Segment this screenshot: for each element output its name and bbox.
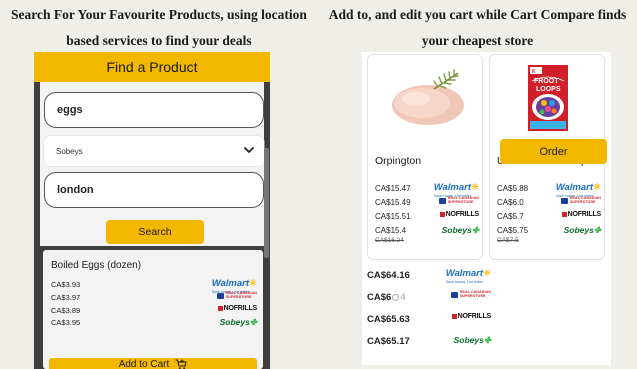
superstore-logo: REAL CANADIAN SUPERSTORE [450, 290, 491, 298]
nofrills-logo: NOFRILLS [217, 305, 257, 312]
sobeys-logo: Sobeys✤ [563, 225, 601, 235]
total-row-superstore: CA$6 4 REAL CANADIAN SUPERSTORE [367, 290, 491, 306]
nofrills-logo: NOFRILLS [561, 211, 601, 218]
store-select[interactable]: Sobeys [44, 136, 264, 166]
loading-spinner-icon [392, 293, 400, 301]
total-price: CA$65.63 [367, 314, 410, 325]
result-price: CA$3.95 [51, 318, 81, 327]
product-price: CA$15.4 [375, 226, 407, 235]
product-row-walmart: CA$15.47 Walmart✳ Save money. Live better… [375, 183, 479, 198]
store-select-value: Sobeys [56, 146, 83, 156]
search-form: eggs Sobeys london Search [40, 82, 264, 246]
total-row-walmart: CA$64.16 Walmart✳ Save money. Live better… [367, 268, 491, 284]
cart-plus-icon [175, 359, 187, 369]
add-to-cart-button[interactable]: Add to Cart [49, 358, 257, 369]
product-price: CA$15.47 [375, 184, 411, 193]
product-price: CA$5.7 [497, 212, 524, 221]
result-row-sobeys: CA$3.95 Sobeys✤ [51, 317, 257, 330]
result-row-superstore: CA$3.97 REAL CANADIAN SUPERSTORE [51, 291, 257, 305]
location-input[interactable]: london [44, 172, 264, 208]
superstore-logo: REAL CANADIAN SUPERSTORE [216, 291, 257, 299]
result-price: CA$3.97 [51, 293, 81, 302]
total-row-sobeys: CA$65.17 Sobeys✤ [367, 335, 491, 350]
svg-text:LOOPS: LOOPS [536, 86, 561, 93]
store-totals: CA$64.16 Walmart✳ Save money. Live better… [362, 260, 611, 365]
original-price: CA$16.24 [375, 237, 404, 244]
product-name: Orpington [375, 155, 422, 167]
cereal-box-icon: K FROOT LOOPS [528, 65, 568, 131]
sobeys-logo: Sobeys✤ [453, 335, 491, 345]
search-screen: Find a Product eggs Sobeys london Search… [34, 52, 270, 369]
page-title: Find a Product [34, 52, 270, 82]
right-caption: Add to, and edit you cart while Cart Com… [328, 7, 627, 48]
add-to-cart-label: Add to Cart [118, 359, 170, 369]
total-price: CA$65.17 [367, 336, 410, 347]
search-result-card: Boiled Eggs (dozen) CA$3.93 Walmart✳ Save… [43, 250, 263, 369]
chevron-down-icon [244, 147, 254, 153]
total-price: CA$6 4 [367, 292, 406, 303]
product-row-superstore: CA$6.0 REAL CANADIAN SUPERSTORE [497, 196, 601, 210]
superstore-logo: REAL CANADIAN SUPERSTORE [560, 196, 601, 204]
product-row-superstore: CA$15.49 REAL CANADIAN SUPERSTORE [375, 196, 479, 210]
scrollbar[interactable] [264, 148, 269, 258]
cart-screen: Orpington CA$15.47 Walmart✳ Save money. L… [362, 52, 611, 365]
product-price: CA$6.0 [497, 198, 524, 207]
total-row-nofrills: CA$65.63 NOFRILLS [367, 313, 491, 328]
product-row-nofrills: CA$5.7 NOFRILLS [497, 211, 601, 224]
svg-text:FROOT: FROOT [534, 78, 559, 85]
cart-product-card[interactable]: Orpington CA$15.47 Walmart✳ Save money. L… [367, 54, 483, 260]
chicken-icon [392, 69, 464, 125]
result-price: CA$3.89 [51, 306, 81, 315]
superstore-logo: REAL CANADIAN SUPERSTORE [438, 196, 479, 204]
search-button[interactable]: Search [106, 220, 204, 244]
product-row-walmart: CA$5.88 Walmart✳ Save money. Live better. [497, 183, 601, 198]
sobeys-logo: Sobeys✤ [219, 317, 257, 327]
product-search-input[interactable]: eggs [44, 92, 264, 128]
walmart-logo: Walmart✳ Save money. Live better. [445, 268, 491, 284]
product-row-nofrills: CA$15.51 NOFRILLS [375, 211, 479, 224]
left-caption: Search For Your Favourite Products, usin… [11, 7, 307, 48]
result-title: Boiled Eggs (dozen) [51, 260, 142, 271]
nofrills-logo: NOFRILLS [451, 313, 491, 320]
result-price: CA$3.93 [51, 280, 81, 289]
order-button[interactable]: Order [500, 139, 607, 164]
total-price: CA$64.16 [367, 270, 410, 281]
product-price: CA$15.51 [375, 212, 411, 221]
original-price: CA$7.5 [497, 237, 519, 244]
product-price: CA$5.88 [497, 184, 529, 193]
nofrills-logo: NOFRILLS [439, 211, 479, 218]
svg-text:K: K [532, 69, 536, 75]
sobeys-logo: Sobeys✤ [441, 225, 479, 235]
product-price: CA$5.75 [497, 226, 529, 235]
product-price: CA$15.49 [375, 198, 411, 207]
